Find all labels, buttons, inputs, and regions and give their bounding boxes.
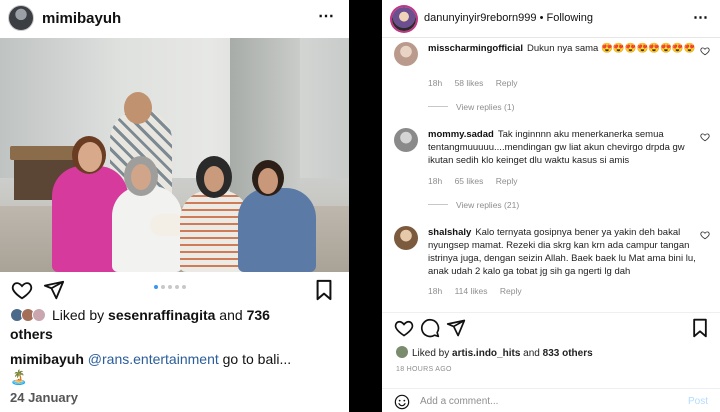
- comment-username[interactable]: mommy.sadad: [428, 129, 494, 140]
- carousel-dot: [154, 285, 158, 289]
- more-options-icon[interactable]: ⋯: [693, 8, 708, 26]
- post-caption: mimibayuh @rans.entertainment go to bali…: [10, 350, 340, 386]
- person-face: [258, 168, 278, 194]
- replies-line: [428, 106, 448, 107]
- emoji-icon[interactable]: [394, 394, 410, 410]
- avatar[interactable]: [394, 226, 418, 250]
- likes-count[interactable]: 833 others: [543, 348, 593, 359]
- heart-icon[interactable]: [11, 279, 33, 301]
- left-post-panel: mimibayuh ⋯ Liked by sesenraffinagita an…: [0, 0, 349, 412]
- comment-time: 18h: [428, 286, 443, 296]
- liker-username[interactable]: artis.indo_hits: [452, 348, 520, 359]
- person-face: [78, 142, 102, 172]
- view-replies-button[interactable]: View replies (21): [428, 200, 519, 210]
- replies-line: [428, 204, 448, 205]
- likes-middle: and: [520, 348, 543, 359]
- reply-button[interactable]: Reply: [500, 286, 522, 296]
- heart-icon[interactable]: [700, 46, 710, 56]
- view-replies-label: View replies (1): [456, 102, 515, 112]
- likes-suffix[interactable]: others: [10, 326, 53, 342]
- bookmark-icon[interactable]: [315, 279, 333, 301]
- author-username-text[interactable]: danunyinyir9reborn999: [424, 12, 537, 24]
- likes-prefix: Liked by: [412, 348, 453, 359]
- post-date: 24 January: [10, 390, 78, 405]
- comment-likes[interactable]: 65 likes: [455, 176, 484, 186]
- likes-summary: Liked by artis.indo_hits and 833 others: [396, 346, 593, 359]
- likes-count[interactable]: 736: [247, 307, 270, 323]
- panel-divider: [349, 0, 356, 412]
- likes-summary: Liked by sesenraffinagita and 736 others: [10, 306, 340, 344]
- avatar: [32, 308, 46, 322]
- heart-icon[interactable]: [394, 318, 414, 338]
- avatar[interactable]: [8, 5, 34, 31]
- comment-input[interactable]: [420, 393, 660, 409]
- post-author-username: danunyinyir9reborn999 • Following: [424, 12, 593, 24]
- avatar[interactable]: [392, 7, 416, 31]
- person-face: [131, 164, 151, 190]
- comment-time: 18h: [428, 78, 443, 88]
- comment-likes[interactable]: 58 likes: [455, 78, 484, 88]
- avatar[interactable]: [394, 128, 418, 152]
- carousel-indicator: [154, 285, 186, 289]
- share-icon[interactable]: [43, 279, 65, 301]
- person-body: [238, 188, 316, 272]
- comment-time: 18h: [428, 176, 443, 186]
- avatar[interactable]: [394, 42, 418, 66]
- comment-username[interactable]: shalshaly: [428, 227, 471, 238]
- post-actions: [382, 312, 720, 340]
- caption-mention[interactable]: @rans.entertainment: [88, 351, 219, 367]
- comment-body: misscharmingofficial Dukun nya sama 😍😍😍😍😍…: [428, 42, 698, 55]
- person-face: [204, 166, 224, 192]
- comment-meta: 18h 58 likes Reply: [428, 78, 528, 88]
- share-icon[interactable]: [446, 318, 466, 338]
- comment-meta: 18h 114 likes Reply: [428, 286, 532, 296]
- caption-username[interactable]: mimibayuh: [10, 351, 84, 367]
- comment-likes[interactable]: 114 likes: [455, 286, 488, 296]
- comment-body: shalshaly Kalo ternyata gosipnya bener ya…: [428, 226, 698, 278]
- add-comment-bar: Post: [382, 388, 720, 412]
- post-timestamp: 18 HOURS AGO: [396, 366, 452, 373]
- post-photo[interactable]: [0, 38, 349, 272]
- reply-button[interactable]: Reply: [496, 78, 518, 88]
- person-head: [124, 92, 152, 124]
- carousel-dot: [175, 285, 179, 289]
- post-author-username[interactable]: mimibayuh: [42, 10, 121, 27]
- avatar: [396, 346, 408, 358]
- palm-tree-emoji: 🏝️: [10, 369, 28, 385]
- bookmark-icon[interactable]: [692, 318, 708, 338]
- left-post-header: mimibayuh ⋯: [0, 0, 349, 36]
- following-button[interactable]: Following: [547, 12, 593, 24]
- caption-text: go to bali...: [222, 351, 292, 367]
- likes-middle: and: [215, 307, 247, 323]
- view-replies-label: View replies (21): [456, 200, 520, 210]
- view-replies-button[interactable]: View replies (1): [428, 102, 514, 112]
- comment-username[interactable]: misscharmingofficial: [428, 43, 523, 54]
- comment-icon[interactable]: [420, 318, 440, 338]
- photo-shelf: [10, 146, 80, 160]
- carousel-dot: [161, 285, 165, 289]
- carousel-dot: [182, 285, 186, 289]
- right-post-panel: danunyinyir9reborn999 • Following ⋯ miss…: [382, 0, 720, 412]
- heart-icon[interactable]: [700, 132, 710, 142]
- liker-avatars: [10, 308, 48, 322]
- liker-username[interactable]: sesenraffinagita: [108, 307, 215, 323]
- more-options-icon[interactable]: ⋯: [318, 6, 335, 26]
- comment-text: Dukun nya sama 😍😍😍😍😍😍😍😍: [527, 43, 696, 54]
- carousel-dot: [168, 285, 172, 289]
- comment-meta: 18h 65 likes Reply: [428, 176, 528, 186]
- right-post-header: danunyinyir9reborn999 • Following ⋯: [382, 0, 720, 38]
- likes-prefix: Liked by: [52, 307, 109, 323]
- reply-button[interactable]: Reply: [496, 176, 518, 186]
- separator-dot: •: [539, 12, 544, 24]
- heart-icon[interactable]: [700, 230, 710, 240]
- comment-body: mommy.sadad Tak inginnnn aku menerkanerka…: [428, 128, 698, 167]
- post-comment-button[interactable]: Post: [688, 396, 708, 407]
- post-actions: [0, 276, 349, 302]
